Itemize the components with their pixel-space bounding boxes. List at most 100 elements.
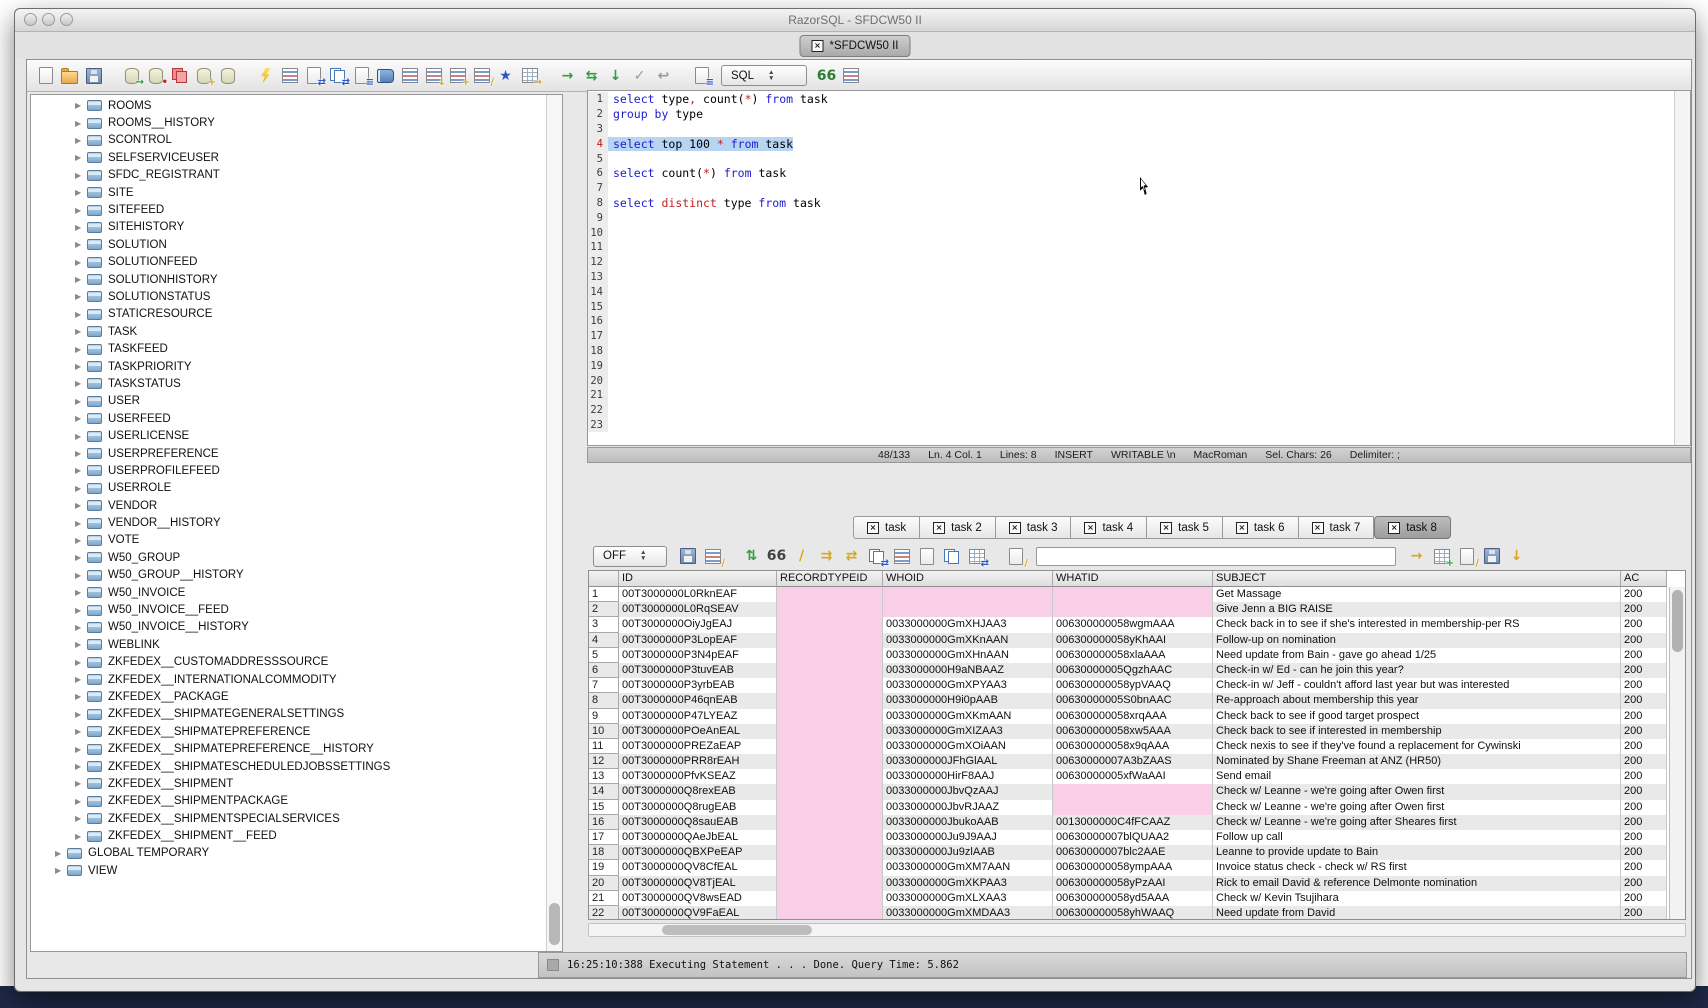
disclosure-triangle-icon[interactable]: ▶ — [75, 258, 87, 267]
database-docs-icon[interactable] — [375, 65, 396, 86]
code-line[interactable]: 10 — [588, 225, 1674, 240]
auto-select-icon[interactable]: 66 — [816, 65, 837, 86]
disclosure-triangle-icon[interactable]: ▶ — [75, 484, 87, 493]
tree-item-solution[interactable]: ▶SOLUTION — [31, 236, 546, 253]
grid-cell[interactable] — [777, 830, 883, 845]
grid-cell[interactable]: Get Massage — [1213, 587, 1621, 602]
disclosure-triangle-icon[interactable]: ▶ — [75, 292, 87, 301]
edit-notes-icon[interactable]: ∕ — [1456, 546, 1477, 567]
tree-item-taskfeed[interactable]: ▶TASKFEED — [31, 340, 546, 357]
grid-cell[interactable]: 00630000005xfWaAAI — [1053, 769, 1213, 784]
disclosure-triangle-icon[interactable]: ▶ — [75, 153, 87, 162]
grid-cell[interactable] — [777, 633, 883, 648]
favorites-star-icon[interactable]: ★ — [495, 65, 516, 86]
tree-item-w50_invoice__history[interactable]: ▶W50_INVOICE__HISTORY — [31, 619, 546, 636]
grid-cell[interactable]: 00T3000000QAeJbEAL — [619, 830, 777, 845]
row-number-cell[interactable]: 11 — [589, 739, 619, 754]
grid-cell[interactable]: 00T3000000OiyJgEAJ — [619, 617, 777, 632]
close-tab-icon[interactable]: × — [1160, 522, 1172, 534]
grid-cell[interactable] — [777, 617, 883, 632]
row-number-cell[interactable]: 19 — [589, 860, 619, 875]
tree-item-userlicense[interactable]: ▶USERLICENSE — [31, 427, 546, 444]
go-to-row-icon[interactable]: → — [1406, 546, 1427, 567]
grid-cell[interactable]: 00T3000000Q8sauEAB — [619, 815, 777, 830]
grid-cell[interactable]: 006300000058x9qAAA — [1053, 739, 1213, 754]
edit-sql-icon[interactable]: ∕ — [471, 65, 492, 86]
grid-cell[interactable]: 0033000000GmXKmAAN — [883, 709, 1053, 724]
code-line[interactable]: 3 — [588, 122, 1674, 137]
table-row[interactable]: 1500T3000000Q8rugEAB0033000000JbvRJAAZCh… — [589, 800, 1685, 815]
row-number-cell[interactable]: 16 — [589, 815, 619, 830]
row-limit-select[interactable]: OFF ▲▼ — [593, 546, 667, 567]
grid-cell[interactable]: Give Jenn a BIG RAISE — [1213, 602, 1621, 617]
table-row[interactable]: 700T3000000P3yrbEAB0033000000GmXPYAA3006… — [589, 678, 1685, 693]
close-tab-icon[interactable]: × — [1084, 522, 1096, 534]
disclosure-triangle-icon[interactable]: ▶ — [75, 536, 87, 545]
results-list-icon[interactable] — [840, 65, 861, 86]
code-line[interactable]: 5 — [588, 151, 1674, 166]
grid-cell[interactable]: 200 — [1621, 754, 1667, 769]
form-view-icon[interactable] — [891, 546, 912, 567]
tree-item-view[interactable]: ▶VIEW — [31, 862, 546, 879]
code-line[interactable]: 17 — [588, 329, 1674, 344]
tree-item-selfserviceuser[interactable]: ▶SELFSERVICEUSER — [31, 149, 546, 166]
grid-cell[interactable]: 0033000000GmXM7AAN — [883, 860, 1053, 875]
code-line[interactable]: 19 — [588, 358, 1674, 373]
table-row[interactable]: 1200T3000000PRR8rEAH0033000000JFhGlAAL00… — [589, 754, 1685, 769]
grid-cell[interactable]: 00T3000000POeAnEAL — [619, 724, 777, 739]
result-tab-task-4[interactable]: ×task 4 — [1071, 516, 1147, 539]
zoom-window-button[interactable] — [60, 13, 73, 26]
grid-cell[interactable]: 0033000000GmXOiAAN — [883, 739, 1053, 754]
code-line[interactable]: 11 — [588, 240, 1674, 255]
row-number-cell[interactable]: 3 — [589, 617, 619, 632]
tree-item-vendor__history[interactable]: ▶VENDOR__HISTORY — [31, 514, 546, 531]
disclosure-triangle-icon[interactable]: ▶ — [55, 866, 67, 875]
code-line[interactable]: 7 — [588, 181, 1674, 196]
grid-cell[interactable]: 006300000058yhWAAQ — [1053, 906, 1213, 920]
copy-with-headers-icon[interactable]: ⇄ — [966, 546, 987, 567]
tree-item-taskpriority[interactable]: ▶TASKPRIORITY — [31, 358, 546, 375]
disclosure-triangle-icon[interactable]: ▶ — [75, 449, 87, 458]
grid-cell[interactable]: 00T3000000PRR8rEAH — [619, 754, 777, 769]
grid-cell[interactable]: 00T3000000QBXPeEAP — [619, 845, 777, 860]
grid-cell[interactable]: Check w/ Leanne - we're going after Owen… — [1213, 784, 1621, 799]
grid-cell[interactable] — [1053, 800, 1213, 815]
grid-cell[interactable]: 00T3000000P3yrbEAB — [619, 678, 777, 693]
row-number-cell[interactable]: 1 — [589, 587, 619, 602]
tree-item-userprofilefeed[interactable]: ▶USERPROFILEFEED — [31, 462, 546, 479]
disclosure-triangle-icon[interactable]: ▶ — [75, 223, 87, 232]
row-number-cell[interactable]: 15 — [589, 800, 619, 815]
grid-cell[interactable]: Check-in w/ Jeff - couldn't afford last … — [1213, 678, 1621, 693]
export-data-icon[interactable]: ⇄ — [303, 65, 324, 86]
grid-cell[interactable]: 200 — [1621, 876, 1667, 891]
grid-cell[interactable]: 00T3000000Q8rexEAB — [619, 784, 777, 799]
disclosure-triangle-icon[interactable]: ▶ — [75, 553, 87, 562]
grid-cell[interactable]: 0013000000C4fFCAAZ — [1053, 815, 1213, 830]
row-number-cell[interactable]: 5 — [589, 648, 619, 663]
table-row[interactable]: 2200T3000000QV9FaEAL0033000000GmXMDAA300… — [589, 906, 1685, 920]
tree-item-zkfedex__internationalcommodity[interactable]: ▶ZKFEDEX__INTERNATIONALCOMMODITY — [31, 671, 546, 688]
tree-item-userrole[interactable]: ▶USERROLE — [31, 480, 546, 497]
grid-cell[interactable]: 00T3000000P46qnEAB — [619, 693, 777, 708]
grid-cell[interactable] — [777, 709, 883, 724]
tree-item-rooms__history[interactable]: ▶ROOMS__HISTORY — [31, 114, 546, 131]
save-file-icon[interactable] — [83, 65, 104, 86]
disclosure-triangle-icon[interactable]: ▶ — [75, 606, 87, 615]
open-file-icon[interactable] — [59, 65, 80, 86]
result-tab-task[interactable]: ×task — [853, 516, 920, 539]
grid-cell[interactable]: 0033000000GmXPYAA3 — [883, 678, 1053, 693]
sidebar-scrollbar[interactable] — [546, 95, 562, 951]
disclosure-triangle-icon[interactable]: ▶ — [75, 501, 87, 510]
disclosure-triangle-icon[interactable]: ▶ — [75, 101, 87, 110]
grid-cell[interactable]: Check w/ Leanne - we're going after Owen… — [1213, 800, 1621, 815]
grid-cell[interactable]: 00T3000000PREZaEAP — [619, 739, 777, 754]
grid-cell[interactable]: 00630000005QgzhAAC — [1053, 663, 1213, 678]
grid-cell[interactable]: 0033000000GmXLXAA3 — [883, 891, 1053, 906]
copy-table-icon[interactable] — [169, 65, 190, 86]
grid-cell[interactable]: 0033000000GmXHJAA3 — [883, 617, 1053, 632]
tree-item-sfdc_registrant[interactable]: ▶SFDC_REGISTRANT — [31, 167, 546, 184]
row-number-cell[interactable]: 18 — [589, 845, 619, 860]
grid-cell[interactable] — [777, 663, 883, 678]
grid-cell[interactable] — [777, 860, 883, 875]
tree-item-scontrol[interactable]: ▶SCONTROL — [31, 132, 546, 149]
